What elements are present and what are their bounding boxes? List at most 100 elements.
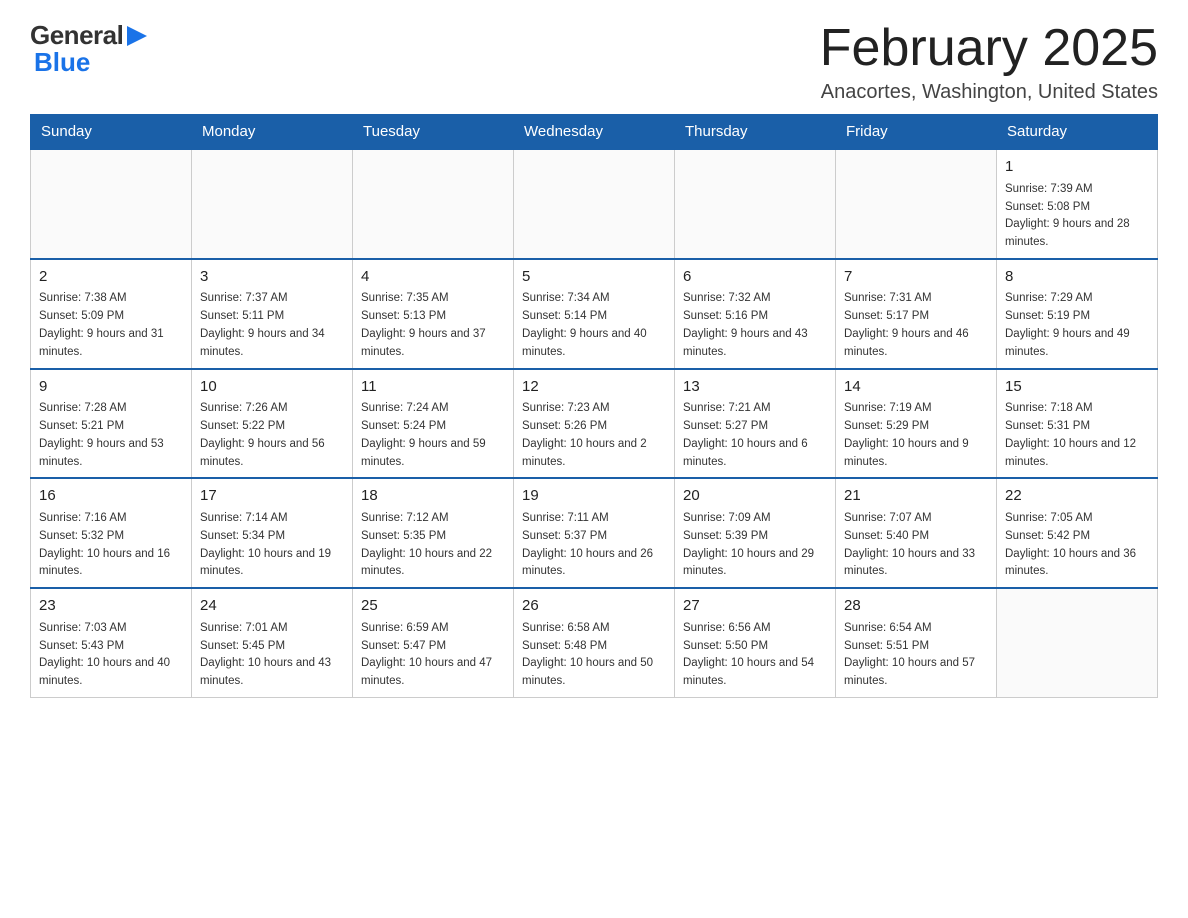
location-title: Anacortes, Washington, United States (820, 81, 1158, 104)
calendar-week-4: 16Sunrise: 7:16 AM Sunset: 5:32 PM Dayli… (31, 478, 1158, 588)
calendar-week-1: 1Sunrise: 7:39 AM Sunset: 5:08 PM Daylig… (31, 149, 1158, 259)
day-number: 20 (683, 485, 827, 508)
calendar-cell (353, 149, 514, 259)
day-number: 7 (844, 266, 988, 289)
calendar-cell (192, 149, 353, 259)
calendar-cell (675, 149, 836, 259)
day-info: Sunrise: 6:54 AM Sunset: 5:51 PM Dayligh… (844, 620, 988, 691)
calendar-cell: 17Sunrise: 7:14 AM Sunset: 5:34 PM Dayli… (192, 478, 353, 588)
page-header: General Blue February 2025 Anacortes, Wa… (30, 20, 1158, 104)
day-info: Sunrise: 7:34 AM Sunset: 5:14 PM Dayligh… (522, 290, 666, 361)
day-number: 4 (361, 266, 505, 289)
calendar-cell: 4Sunrise: 7:35 AM Sunset: 5:13 PM Daylig… (353, 259, 514, 369)
calendar-cell: 1Sunrise: 7:39 AM Sunset: 5:08 PM Daylig… (997, 149, 1158, 259)
day-number: 11 (361, 376, 505, 399)
calendar-cell: 26Sunrise: 6:58 AM Sunset: 5:48 PM Dayli… (514, 588, 675, 697)
logo: General Blue (30, 20, 151, 78)
calendar-cell: 8Sunrise: 7:29 AM Sunset: 5:19 PM Daylig… (997, 259, 1158, 369)
calendar-cell: 28Sunrise: 6:54 AM Sunset: 5:51 PM Dayli… (836, 588, 997, 697)
day-info: Sunrise: 7:05 AM Sunset: 5:42 PM Dayligh… (1005, 510, 1149, 581)
calendar-cell: 10Sunrise: 7:26 AM Sunset: 5:22 PM Dayli… (192, 369, 353, 479)
day-number: 17 (200, 485, 344, 508)
day-number: 5 (522, 266, 666, 289)
calendar-cell: 12Sunrise: 7:23 AM Sunset: 5:26 PM Dayli… (514, 369, 675, 479)
calendar-cell: 23Sunrise: 7:03 AM Sunset: 5:43 PM Dayli… (31, 588, 192, 697)
weekday-header-monday: Monday (192, 115, 353, 150)
day-info: Sunrise: 7:11 AM Sunset: 5:37 PM Dayligh… (522, 510, 666, 581)
day-info: Sunrise: 7:29 AM Sunset: 5:19 PM Dayligh… (1005, 290, 1149, 361)
weekday-header-sunday: Sunday (31, 115, 192, 150)
weekday-header-wednesday: Wednesday (514, 115, 675, 150)
day-number: 13 (683, 376, 827, 399)
day-number: 9 (39, 376, 183, 399)
day-info: Sunrise: 7:07 AM Sunset: 5:40 PM Dayligh… (844, 510, 988, 581)
calendar-cell: 20Sunrise: 7:09 AM Sunset: 5:39 PM Dayli… (675, 478, 836, 588)
logo-blue: Blue (30, 47, 90, 78)
day-number: 6 (683, 266, 827, 289)
day-number: 22 (1005, 485, 1149, 508)
day-info: Sunrise: 7:12 AM Sunset: 5:35 PM Dayligh… (361, 510, 505, 581)
day-info: Sunrise: 7:26 AM Sunset: 5:22 PM Dayligh… (200, 400, 344, 471)
day-number: 16 (39, 485, 183, 508)
weekday-header-friday: Friday (836, 115, 997, 150)
day-number: 27 (683, 595, 827, 618)
calendar-week-3: 9Sunrise: 7:28 AM Sunset: 5:21 PM Daylig… (31, 369, 1158, 479)
calendar-cell: 19Sunrise: 7:11 AM Sunset: 5:37 PM Dayli… (514, 478, 675, 588)
calendar-cell: 22Sunrise: 7:05 AM Sunset: 5:42 PM Dayli… (997, 478, 1158, 588)
calendar-header-row: SundayMondayTuesdayWednesdayThursdayFrid… (31, 115, 1158, 150)
day-number: 19 (522, 485, 666, 508)
day-number: 21 (844, 485, 988, 508)
day-info: Sunrise: 7:21 AM Sunset: 5:27 PM Dayligh… (683, 400, 827, 471)
day-number: 18 (361, 485, 505, 508)
calendar-cell: 13Sunrise: 7:21 AM Sunset: 5:27 PM Dayli… (675, 369, 836, 479)
day-number: 8 (1005, 266, 1149, 289)
logo-arrow-icon (123, 22, 151, 50)
weekday-header-thursday: Thursday (675, 115, 836, 150)
day-info: Sunrise: 7:39 AM Sunset: 5:08 PM Dayligh… (1005, 181, 1149, 252)
day-info: Sunrise: 7:35 AM Sunset: 5:13 PM Dayligh… (361, 290, 505, 361)
weekday-header-tuesday: Tuesday (353, 115, 514, 150)
calendar-cell: 24Sunrise: 7:01 AM Sunset: 5:45 PM Dayli… (192, 588, 353, 697)
calendar-cell: 11Sunrise: 7:24 AM Sunset: 5:24 PM Dayli… (353, 369, 514, 479)
weekday-header-saturday: Saturday (997, 115, 1158, 150)
day-info: Sunrise: 6:56 AM Sunset: 5:50 PM Dayligh… (683, 620, 827, 691)
day-number: 3 (200, 266, 344, 289)
day-info: Sunrise: 6:58 AM Sunset: 5:48 PM Dayligh… (522, 620, 666, 691)
calendar-cell (836, 149, 997, 259)
day-info: Sunrise: 7:19 AM Sunset: 5:29 PM Dayligh… (844, 400, 988, 471)
day-info: Sunrise: 7:37 AM Sunset: 5:11 PM Dayligh… (200, 290, 344, 361)
day-info: Sunrise: 7:38 AM Sunset: 5:09 PM Dayligh… (39, 290, 183, 361)
calendar-cell (31, 149, 192, 259)
day-info: Sunrise: 7:23 AM Sunset: 5:26 PM Dayligh… (522, 400, 666, 471)
calendar-cell (997, 588, 1158, 697)
calendar-cell: 7Sunrise: 7:31 AM Sunset: 5:17 PM Daylig… (836, 259, 997, 369)
day-number: 25 (361, 595, 505, 618)
calendar-cell: 3Sunrise: 7:37 AM Sunset: 5:11 PM Daylig… (192, 259, 353, 369)
day-number: 24 (200, 595, 344, 618)
day-number: 1 (1005, 156, 1149, 179)
day-number: 12 (522, 376, 666, 399)
day-number: 26 (522, 595, 666, 618)
day-number: 28 (844, 595, 988, 618)
calendar-cell: 6Sunrise: 7:32 AM Sunset: 5:16 PM Daylig… (675, 259, 836, 369)
day-number: 23 (39, 595, 183, 618)
day-info: Sunrise: 7:24 AM Sunset: 5:24 PM Dayligh… (361, 400, 505, 471)
calendar-cell: 25Sunrise: 6:59 AM Sunset: 5:47 PM Dayli… (353, 588, 514, 697)
day-number: 15 (1005, 376, 1149, 399)
month-title: February 2025 (820, 20, 1158, 77)
day-number: 2 (39, 266, 183, 289)
calendar-table: SundayMondayTuesdayWednesdayThursdayFrid… (30, 114, 1158, 698)
day-info: Sunrise: 7:14 AM Sunset: 5:34 PM Dayligh… (200, 510, 344, 581)
day-info: Sunrise: 7:32 AM Sunset: 5:16 PM Dayligh… (683, 290, 827, 361)
calendar-cell: 5Sunrise: 7:34 AM Sunset: 5:14 PM Daylig… (514, 259, 675, 369)
calendar-cell: 14Sunrise: 7:19 AM Sunset: 5:29 PM Dayli… (836, 369, 997, 479)
calendar-cell: 2Sunrise: 7:38 AM Sunset: 5:09 PM Daylig… (31, 259, 192, 369)
day-info: Sunrise: 7:16 AM Sunset: 5:32 PM Dayligh… (39, 510, 183, 581)
calendar-week-5: 23Sunrise: 7:03 AM Sunset: 5:43 PM Dayli… (31, 588, 1158, 697)
title-block: February 2025 Anacortes, Washington, Uni… (820, 20, 1158, 104)
calendar-cell (514, 149, 675, 259)
day-info: Sunrise: 7:01 AM Sunset: 5:45 PM Dayligh… (200, 620, 344, 691)
day-number: 14 (844, 376, 988, 399)
day-info: Sunrise: 7:28 AM Sunset: 5:21 PM Dayligh… (39, 400, 183, 471)
calendar-cell: 16Sunrise: 7:16 AM Sunset: 5:32 PM Dayli… (31, 478, 192, 588)
